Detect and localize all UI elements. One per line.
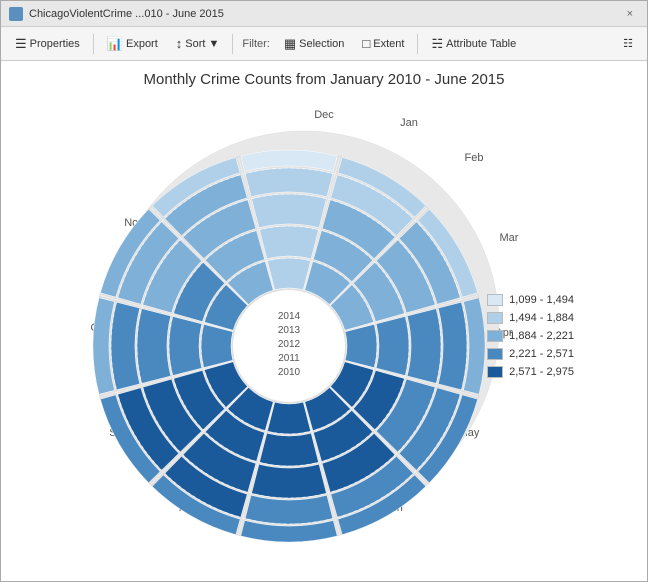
export-button[interactable]: 📊 Export — [99, 31, 166, 57]
sort-label: Sort — [185, 38, 205, 50]
chart-wrapper: Dec Jan Feb Mar Apr May Jun Jul Aug Sep … — [74, 96, 574, 576]
toolbar: ☰ Properties 📊 Export ↕ Sort ▼ Filter: ▦… — [1, 27, 647, 61]
svg-text:2011: 2011 — [278, 353, 300, 364]
svg-text:2010: 2010 — [278, 367, 301, 378]
main-window: ChicagoViolentCrime ...010 - June 2015 ×… — [0, 0, 648, 582]
selection-icon: ▦ — [284, 36, 296, 52]
extent-button[interactable]: □ Extent — [354, 31, 412, 57]
chart-title: Monthly Crime Counts from January 2010 -… — [143, 71, 504, 88]
attribute-table-button[interactable]: ☵ Attribute Table — [423, 31, 524, 57]
svg-text:2013: 2013 — [278, 325, 301, 336]
svg-text:2012: 2012 — [278, 339, 301, 350]
svg-text:2014: 2014 — [278, 311, 301, 322]
properties-button[interactable]: ☰ Properties — [7, 31, 88, 57]
chart-area: Monthly Crime Counts from January 2010 -… — [1, 61, 647, 581]
title-bar-left: ChicagoViolentCrime ...010 - June 2015 — [9, 7, 224, 21]
properties-icon: ☰ — [15, 36, 27, 52]
separator-1 — [93, 34, 94, 54]
window-icon — [9, 7, 23, 21]
export-icon: 📊 — [107, 36, 123, 52]
sort-button[interactable]: ↕ Sort ▼ — [168, 31, 228, 57]
properties-label: Properties — [30, 38, 80, 50]
year-labels-svg: 2014 2013 2012 2011 2010 — [74, 121, 534, 571]
sort-icon: ↕ — [176, 36, 183, 51]
separator-2 — [232, 34, 233, 54]
close-button[interactable]: × — [621, 6, 639, 22]
table-icon: ☵ — [431, 36, 443, 52]
extent-label: Extent — [373, 38, 404, 50]
selection-label: Selection — [299, 38, 344, 50]
export-label: Export — [126, 38, 158, 50]
window-title: ChicagoViolentCrime ...010 - June 2015 — [29, 8, 224, 20]
list-view-button[interactable]: ☷ — [615, 31, 641, 57]
sort-dropdown-icon: ▼ — [208, 38, 219, 50]
selection-button[interactable]: ▦ Selection — [276, 31, 353, 57]
extent-icon: □ — [362, 36, 370, 51]
content-area: Monthly Crime Counts from January 2010 -… — [1, 61, 647, 581]
filter-label: Filter: — [238, 38, 274, 50]
separator-3 — [417, 34, 418, 54]
attribute-table-label: Attribute Table — [446, 38, 516, 50]
title-bar: ChicagoViolentCrime ...010 - June 2015 × — [1, 1, 647, 27]
toolbar-right: ☷ — [615, 31, 641, 57]
svg-text:Dec: Dec — [314, 109, 334, 121]
